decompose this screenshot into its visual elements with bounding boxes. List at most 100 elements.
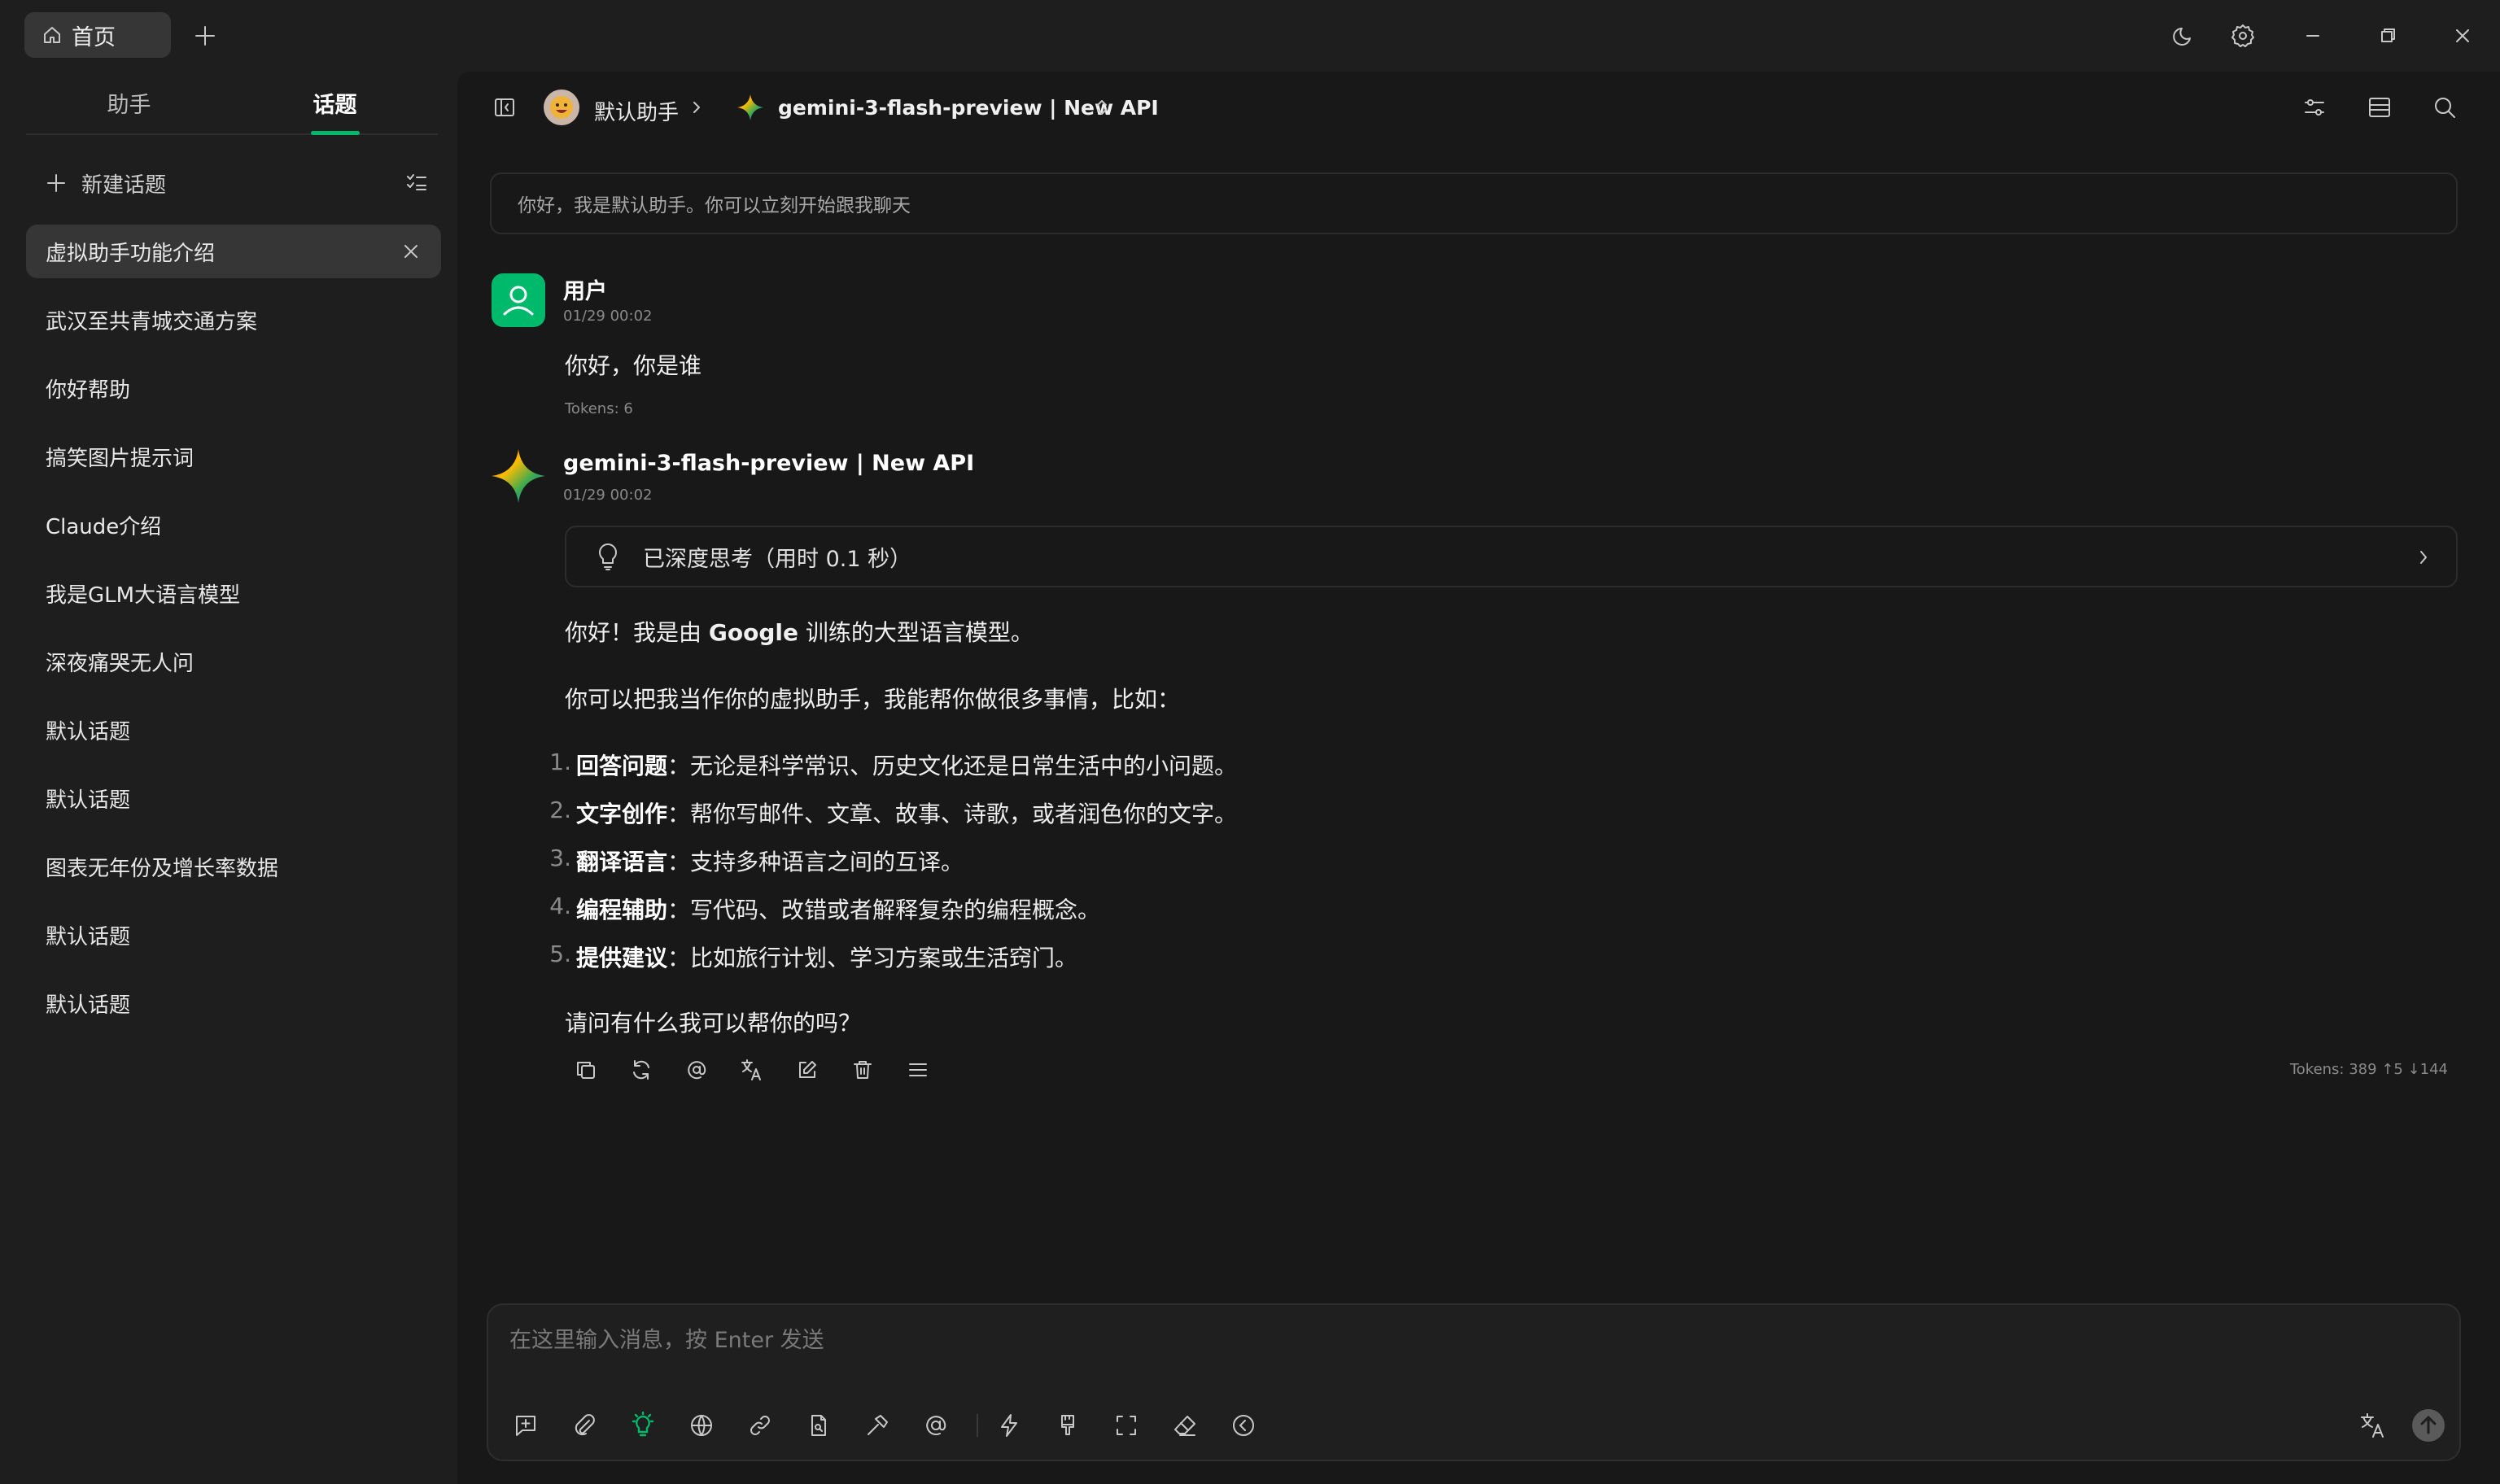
knowledge-base-button[interactable] xyxy=(799,1406,838,1445)
close-window-button[interactable] xyxy=(2445,18,2480,54)
ai-paragraph-capabilities: 你可以把我当作你的虚拟助手，我能帮你做很多事情，比如： xyxy=(565,686,1181,713)
ai-paragraph-intro: 你好！我是由 Google 训练的大型语言模型。 xyxy=(565,615,1034,648)
delete-button[interactable] xyxy=(845,1052,881,1088)
lightbulb-icon xyxy=(599,543,617,570)
assistant-avatar[interactable] xyxy=(542,88,581,127)
topic-item[interactable]: 默认话题 xyxy=(26,771,441,825)
sidebar: 助手 话题 新建话题 虚拟助手功能介绍 武汉至共青城交通方案 你好帮助 搞笑图片… xyxy=(0,72,457,1484)
close-icon[interactable] xyxy=(402,242,420,260)
topic-label: 武汉至共青城交通方案 xyxy=(46,309,258,334)
sidebar-tabs: 助手 话题 xyxy=(26,72,438,135)
chevron-updown-icon xyxy=(1097,100,1107,115)
list-text: ：无论是科学常识、历史文化还是日常生活中的小问题。 xyxy=(667,753,1238,779)
list-number: 5. xyxy=(549,941,571,967)
topic-item[interactable]: Claude介绍 xyxy=(26,498,441,552)
refresh-icon xyxy=(633,1060,649,1080)
list-number: 2. xyxy=(549,797,571,823)
edit-icon xyxy=(799,1061,816,1078)
mention-model-button[interactable] xyxy=(916,1406,955,1445)
list-title: 回答问题 xyxy=(576,753,668,779)
layout-toggle-button[interactable] xyxy=(2362,89,2397,125)
message-input[interactable] xyxy=(509,1320,2381,1360)
chat-panel: 默认助手 gemini-3-flash-preview | New API 你好… xyxy=(457,72,2500,1484)
more-button[interactable] xyxy=(900,1052,936,1088)
topic-item[interactable]: 搞笑图片提示词 xyxy=(26,430,441,483)
ai-message-time: 01/29 00:02 xyxy=(563,487,653,504)
topic-label: 默认话题 xyxy=(46,719,131,744)
toolbar-divider xyxy=(977,1414,978,1437)
topic-item[interactable]: 默认话题 xyxy=(26,976,441,1030)
chat-settings-button[interactable] xyxy=(2297,89,2332,125)
topic-label: 搞笑图片提示词 xyxy=(46,446,194,471)
message-composer xyxy=(487,1303,2461,1461)
welcome-message: 你好，我是默认助手。你可以立刻开始跟我聊天 xyxy=(490,172,2458,234)
list-item: 3. 翻译语言 ：支持多种语言之间的互译。 xyxy=(547,845,964,877)
list-text: ：比如旅行计划、学习方案或生活窍门。 xyxy=(667,945,1078,971)
search-button[interactable] xyxy=(2427,89,2463,125)
clear-context-button[interactable] xyxy=(1165,1406,1204,1445)
topic-item[interactable]: 深夜痛哭无人问 xyxy=(26,635,441,688)
quick-phrase-button[interactable] xyxy=(990,1406,1029,1445)
search-icon xyxy=(2435,98,2455,118)
text-span: 训练的大型语言模型。 xyxy=(798,619,1034,646)
ai-avatar xyxy=(490,447,547,504)
thinking-label: 已深度思考（用时 0.1 秒） xyxy=(643,546,912,572)
tab-topics[interactable]: 话题 xyxy=(232,72,438,133)
topic-item[interactable]: 你好帮助 xyxy=(26,361,441,415)
toggle-sidebar-button[interactable] xyxy=(487,89,522,125)
assistant-name[interactable]: 默认助手 xyxy=(594,96,679,126)
regenerate-button[interactable] xyxy=(623,1052,659,1088)
history-button[interactable] xyxy=(1224,1406,1263,1445)
new-topic-composer-button[interactable] xyxy=(506,1406,545,1445)
tools-button[interactable] xyxy=(858,1406,897,1445)
tab-assistants[interactable]: 助手 xyxy=(26,72,232,133)
edit-button[interactable] xyxy=(789,1052,825,1088)
topic-item[interactable]: 我是GLM大语言模型 xyxy=(26,566,441,620)
avatar-emoji-icon xyxy=(544,89,579,125)
copy-button[interactable] xyxy=(568,1052,604,1088)
list-title: 提供建议 xyxy=(576,945,668,971)
new-topic-button[interactable]: 新建话题 xyxy=(46,163,166,203)
at-icon xyxy=(926,1416,946,1436)
translate-button[interactable] xyxy=(734,1052,770,1088)
gear-icon xyxy=(2231,24,2254,47)
topic-label: 默认话题 xyxy=(46,788,131,813)
model-dropdown-button[interactable] xyxy=(1086,91,1118,124)
home-tab[interactable]: 首页 xyxy=(24,12,171,58)
add-tab-button[interactable] xyxy=(187,18,223,54)
clear-style-button[interactable] xyxy=(1048,1406,1087,1445)
minimize-button[interactable] xyxy=(2295,18,2331,54)
user-message-time: 01/29 00:02 xyxy=(563,308,653,325)
topic-item[interactable]: 默认话题 xyxy=(26,703,441,757)
settings-button[interactable] xyxy=(2225,18,2261,54)
deep-thinking-button[interactable] xyxy=(623,1406,662,1445)
attach-button[interactable] xyxy=(565,1406,604,1445)
link-icon xyxy=(750,1416,770,1435)
topic-item[interactable]: 图表无年份及增长率数据 xyxy=(26,840,441,893)
translate-input-button[interactable] xyxy=(2354,1406,2393,1445)
topic-label: 默认话题 xyxy=(46,993,131,1018)
send-button[interactable] xyxy=(2409,1406,2448,1445)
moon-icon xyxy=(2173,28,2191,46)
topic-item[interactable]: 默认话题 xyxy=(26,908,441,962)
link-button[interactable] xyxy=(741,1406,780,1445)
topic-sort-button[interactable] xyxy=(400,166,433,199)
thinking-panel[interactable]: 已深度思考（用时 0.1 秒） xyxy=(565,526,2458,587)
at-icon xyxy=(688,1061,706,1080)
chevron-right-icon xyxy=(693,102,700,113)
restore-button[interactable] xyxy=(2370,18,2406,54)
web-search-button[interactable] xyxy=(682,1406,721,1445)
topic-item[interactable]: 虚拟助手功能介绍 xyxy=(26,225,441,278)
topic-item[interactable]: 武汉至共青城交通方案 xyxy=(26,293,441,347)
copy-icon xyxy=(577,1062,595,1079)
arrow-up-icon xyxy=(2412,1409,2445,1442)
theme-toggle-button[interactable] xyxy=(2166,18,2202,54)
list-number: 3. xyxy=(549,845,571,871)
hammer-icon xyxy=(868,1415,888,1435)
home-tab-label: 首页 xyxy=(72,24,116,50)
paperclip-icon xyxy=(575,1414,595,1436)
mention-button[interactable] xyxy=(679,1052,715,1088)
expand-button[interactable] xyxy=(1107,1406,1146,1445)
list-text: ：支持多种语言之间的互译。 xyxy=(667,849,964,875)
topic-label: Claude介绍 xyxy=(46,514,162,539)
